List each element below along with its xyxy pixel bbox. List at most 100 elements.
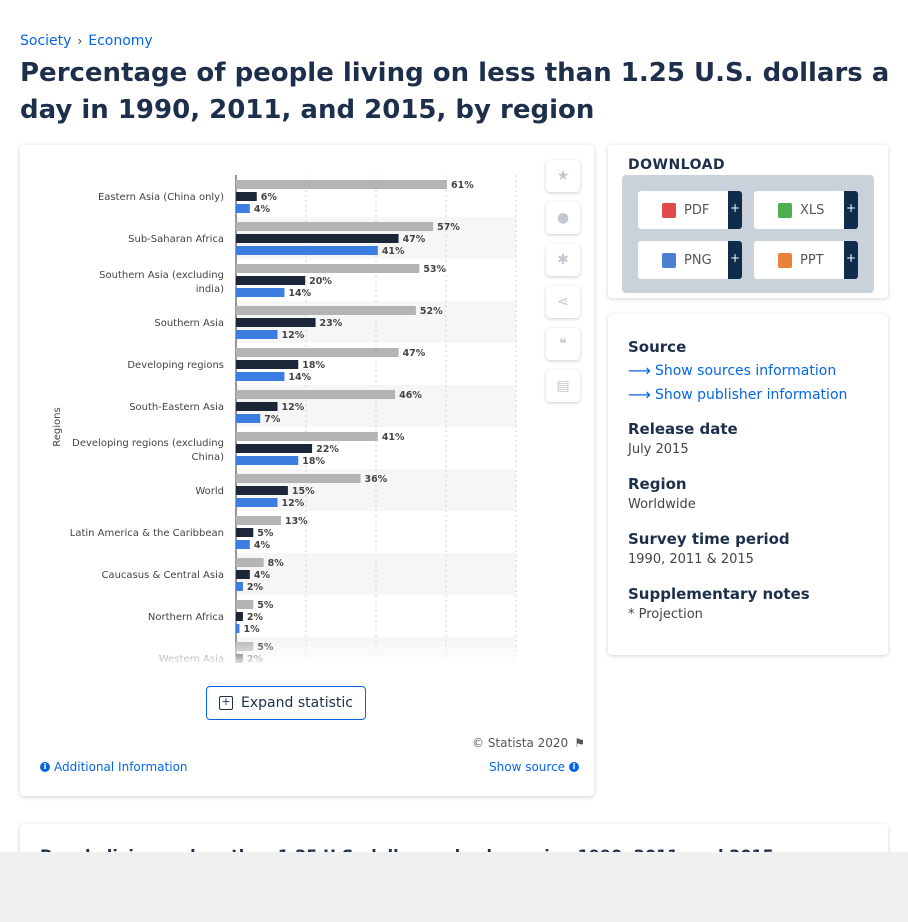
xls-plus-badge: + [844,191,858,229]
category-label: Northern Africa [148,612,224,623]
show-source-link[interactable]: Show source i [489,760,580,774]
bar [236,474,361,483]
download-png-button[interactable]: PNG + [638,241,742,279]
favorite-star-icon[interactable]: ★ [546,160,580,192]
bar [236,306,416,315]
data-label: 5% [257,528,274,539]
data-label: 2% [247,582,264,593]
expand-statistic-label: Expand statistic [241,695,353,711]
bar [236,570,250,579]
show-publisher-link[interactable]: ⟶ Show publisher information [628,385,847,404]
data-label: 36% [365,474,388,485]
bar [236,204,250,213]
data-label: 47% [403,348,426,359]
category-label: Latin America & the Caribbean [70,528,224,539]
show-source-label: Show source [489,760,566,774]
data-label: 53% [423,264,446,275]
survey-period-heading: Survey time period [628,530,790,548]
bar [236,288,285,297]
show-publisher-label: Show publisher information [654,386,848,403]
bar [236,180,447,189]
bar [236,246,378,255]
data-label: 4% [254,570,271,581]
data-label: 20% [309,276,332,287]
breadcrumb-economy[interactable]: Economy [88,33,152,49]
bar [236,444,313,453]
data-label: 1% [243,624,260,635]
category-label: World [195,486,224,497]
supplementary-notes-heading: Supplementary notes [628,585,810,603]
chevron-right-icon: › [77,34,83,48]
data-label: 23% [320,318,343,329]
breadcrumb-society[interactable]: Society [20,33,71,49]
data-label: 13% [285,516,308,527]
arrow-right-icon: ⟶ [628,385,651,404]
share-icon[interactable]: ⋖ [546,286,580,318]
data-label: 46% [399,390,422,401]
region-heading: Region [628,475,687,493]
data-label: 41% [382,432,405,443]
bar-chart: Eastern Asia (China only)61%6%4%Sub-Saha… [20,175,520,663]
settings-gear-icon[interactable]: ✱ [546,244,580,276]
category-label: Southern Asia (excluding india) [99,270,224,295]
download-xls-button[interactable]: XLS + [754,191,858,229]
bar [236,276,306,285]
data-label: 4% [254,204,271,215]
print-icon[interactable]: ▤ [546,370,580,402]
data-label: 61% [451,180,474,191]
download-ppt-button[interactable]: PPT + [754,241,858,279]
pdf-plus-badge: + [728,191,742,229]
bar [236,540,250,549]
data-label: 15% [292,486,315,497]
data-label: 6% [261,192,278,203]
bar [236,360,299,369]
bar [236,318,316,327]
copyright: © Statista 2020 ⚑ [472,736,585,750]
copyright-text: © Statista 2020 [472,736,569,750]
data-label: 47% [403,234,426,245]
category-label: Southern Asia [154,318,224,329]
bar [236,582,243,591]
png-plus-badge: + [728,241,742,279]
footer-band [0,852,908,922]
bar [236,192,257,201]
page-title: Percentage of people living on less than… [20,58,890,125]
bar [236,558,264,567]
bar [236,486,288,495]
expand-statistic-button[interactable]: + Expand statistic [206,686,366,720]
bar [236,456,299,465]
arrow-right-icon: ⟶ [628,361,651,380]
download-xls-label: XLS [800,202,825,218]
bar [236,222,434,231]
data-label: 18% [302,360,325,371]
data-label: 2% [247,612,264,623]
bar [236,600,254,609]
xls-file-icon [778,202,792,218]
category-label: South-Eastern Asia [129,402,224,413]
breadcrumb: Society › Economy [20,33,153,49]
ppt-plus-badge: + [844,241,858,279]
data-label: 4% [254,540,271,551]
data-label: 14% [288,372,311,383]
show-sources-link[interactable]: ⟶ Show sources information [628,361,836,380]
source-heading: Source [628,338,687,356]
additional-information-label: Additional Information [54,760,188,774]
release-date-value: July 2015 [628,442,689,457]
flag-icon[interactable]: ⚑ [574,736,585,750]
notification-bell-icon[interactable]: ● [546,202,580,234]
download-card: DOWNLOAD PDF + XLS + PNG + PPT + [608,145,888,298]
download-title: DOWNLOAD [628,157,726,173]
data-label: 7% [264,414,281,425]
data-label: 18% [302,456,325,467]
bar [236,432,378,441]
category-label: Developing regions (excluding China) [72,438,224,463]
additional-information-link[interactable]: i Additional Information [40,760,188,774]
download-pdf-button[interactable]: PDF + [638,191,742,229]
supplementary-notes-value: * Projection [628,607,703,622]
bar [236,516,281,525]
bar [236,264,420,273]
data-label: 22% [316,444,339,455]
bar [236,612,243,621]
download-png-label: PNG [684,252,712,268]
cite-quote-icon[interactable]: ❝ [546,328,580,360]
